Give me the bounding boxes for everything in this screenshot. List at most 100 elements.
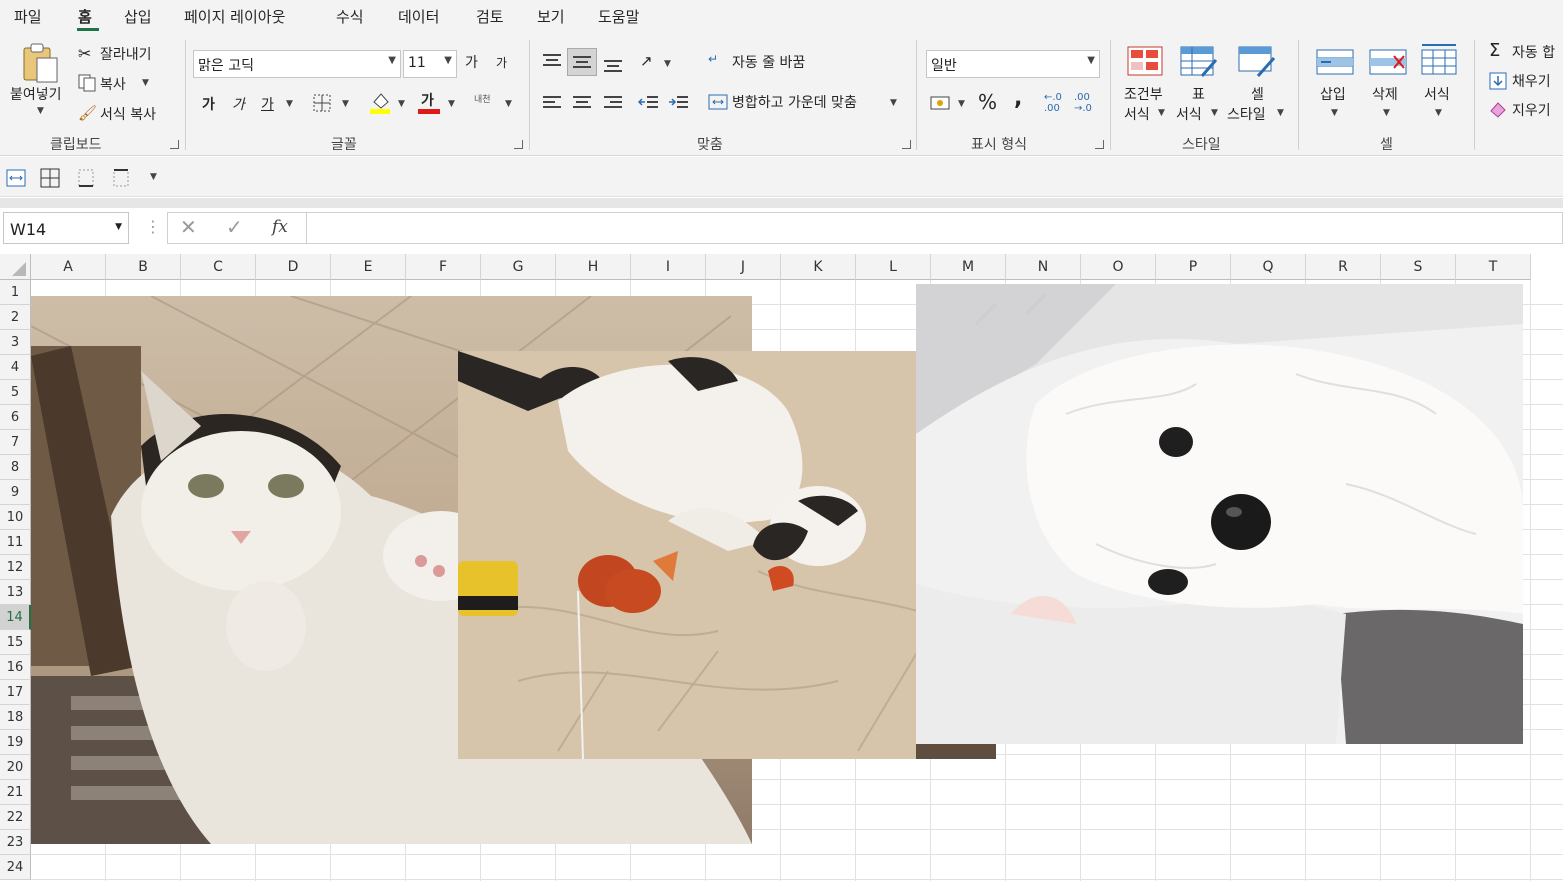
fill-color-dropdown-icon[interactable]: ▼ [398, 99, 405, 109]
enter-check-icon[interactable]: ✓ [226, 215, 243, 239]
row-header[interactable]: 20 [0, 755, 31, 780]
row-header[interactable]: 18 [0, 705, 31, 730]
font-name-select[interactable]: 맑은 고딕 ▼ [193, 50, 401, 78]
column-header[interactable]: R [1306, 254, 1381, 280]
format-cells-button[interactable]: 서식 [1424, 84, 1450, 104]
column-header[interactable]: I [631, 254, 706, 280]
format-painter-button[interactable]: 서식 복사 [100, 104, 156, 124]
italic-button[interactable]: 가 [232, 94, 245, 114]
alignment-launcher-icon[interactable] [902, 140, 911, 149]
merge-dropdown-icon[interactable]: ▼ [890, 98, 897, 108]
column-header[interactable]: F [406, 254, 481, 280]
font-launcher-icon[interactable] [514, 140, 523, 149]
column-header[interactable]: A [31, 254, 106, 280]
decrease-font-button[interactable]: 가 [496, 54, 507, 71]
conditional-format-dropdown-icon[interactable]: ▼ [1158, 108, 1165, 118]
name-box[interactable]: W14 ▼ [3, 212, 129, 244]
align-top-icon[interactable] [541, 52, 563, 74]
row-header[interactable]: 5 [0, 380, 31, 405]
menu-page-layout[interactable]: 페이지 레이아웃 [184, 6, 285, 27]
align-right-icon[interactable] [602, 94, 624, 116]
bottom-border-icon[interactable] [76, 168, 96, 192]
column-header[interactable]: O [1081, 254, 1156, 280]
align-left-icon[interactable] [541, 94, 563, 116]
row-header[interactable]: 19 [0, 730, 31, 755]
column-header[interactable]: N [1006, 254, 1081, 280]
column-header[interactable]: J [706, 254, 781, 280]
format-cells-dropdown-icon[interactable]: ▼ [1435, 108, 1442, 118]
delete-cells-dropdown-icon[interactable]: ▼ [1383, 108, 1390, 118]
phonetic-button[interactable]: 내천 [474, 92, 491, 105]
row-header[interactable]: 3 [0, 330, 31, 355]
row-header[interactable]: 6 [0, 405, 31, 430]
increase-font-button[interactable]: 가 [465, 52, 478, 72]
menu-data[interactable]: 데이터 [398, 6, 439, 27]
worksheet-grid[interactable]: ABCDEFGHIJKLMNOPQRST 1 2 3 4 5 6 7 8 9 10 11 12 13 14… [0, 254, 1563, 881]
cell-styles-dropdown-icon[interactable]: ▼ [1277, 108, 1284, 118]
column-header[interactable]: C [181, 254, 256, 280]
phonetic-dropdown-icon[interactable]: ▼ [505, 99, 512, 109]
row-header[interactable]: 14 [0, 605, 31, 630]
number-format-select[interactable]: 일반 ▼ [926, 50, 1100, 78]
menu-view[interactable]: 보기 [537, 6, 565, 27]
decrease-indent-icon[interactable] [637, 94, 660, 116]
row-header[interactable]: 23 [0, 830, 31, 855]
row-header[interactable]: 17 [0, 680, 31, 705]
paste-button[interactable]: 붙여넣기 [10, 84, 62, 104]
row-header[interactable]: 24 [0, 855, 31, 880]
align-center-icon[interactable] [571, 94, 593, 116]
column-header[interactable]: T [1456, 254, 1531, 280]
merge-center-button[interactable]: 병합하고 가운데 맞춤 [732, 92, 857, 112]
font-color-dropdown-icon[interactable]: ▼ [448, 99, 455, 109]
delete-cells-button[interactable]: 삭제 [1372, 84, 1398, 104]
underline-dropdown-icon[interactable]: ▼ [286, 99, 293, 109]
customize-qat-icon[interactable]: ▼ [150, 172, 157, 182]
row-header[interactable]: 15 [0, 630, 31, 655]
row-header[interactable]: 11 [0, 530, 31, 555]
font-color-button[interactable]: 가 [421, 90, 434, 110]
orientation-dropdown-icon[interactable]: ▼ [664, 59, 671, 69]
row-header[interactable]: 12 [0, 555, 31, 580]
cell-styles-button[interactable]: 셀 [1251, 84, 1264, 104]
row-header[interactable]: 2 [0, 305, 31, 330]
currency-format-icon[interactable] [930, 94, 952, 116]
column-header[interactable]: H [556, 254, 631, 280]
menu-home[interactable]: 홈 [78, 6, 92, 27]
column-header[interactable]: P [1156, 254, 1231, 280]
wrap-text-button[interactable]: 자동 줄 바꿈 [732, 52, 805, 72]
row-header[interactable]: 21 [0, 780, 31, 805]
borders-icon[interactable] [312, 93, 332, 117]
row-header[interactable]: 7 [0, 430, 31, 455]
clipboard-launcher-icon[interactable] [170, 140, 179, 149]
increase-indent-icon[interactable] [668, 94, 690, 116]
format-as-table-button[interactable]: 표 [1192, 84, 1205, 104]
format-as-table-dropdown-icon[interactable]: ▼ [1211, 108, 1218, 118]
number-launcher-icon[interactable] [1095, 140, 1104, 149]
copy-dropdown-icon[interactable]: ▼ [142, 78, 149, 88]
currency-dropdown-icon[interactable]: ▼ [958, 99, 965, 109]
cancel-icon[interactable]: ✕ [180, 215, 197, 239]
clear-button[interactable]: 지우기 [1512, 100, 1551, 120]
increase-decimal-icon[interactable]: ←.0.00 [1044, 92, 1062, 114]
fill-button[interactable]: 채우기 [1512, 71, 1551, 91]
formula-input[interactable] [306, 212, 1563, 244]
comma-button[interactable]: , [1014, 86, 1022, 111]
insert-cells-button[interactable]: 삽입 [1320, 84, 1346, 104]
row-header[interactable]: 1 [0, 280, 31, 305]
conditional-format-button[interactable]: 조건부 [1124, 84, 1163, 104]
column-header[interactable]: Q [1231, 254, 1306, 280]
menu-file[interactable]: 파일 [14, 6, 42, 27]
insert-function-icon[interactable]: fx [272, 217, 288, 237]
menu-formulas[interactable]: 수식 [336, 6, 364, 27]
column-header[interactable]: L [856, 254, 931, 280]
column-header[interactable]: E [331, 254, 406, 280]
column-header[interactable]: M [931, 254, 1006, 280]
paste-icon[interactable] [20, 42, 62, 88]
menu-review[interactable]: 검토 [476, 6, 504, 27]
underline-button[interactable]: 가 [261, 94, 274, 114]
menu-insert[interactable]: 삽입 [124, 6, 152, 27]
merge-cells-icon[interactable] [6, 168, 26, 192]
top-border-icon[interactable] [111, 168, 131, 192]
fill-color-icon[interactable] [370, 90, 392, 118]
bold-button[interactable]: 가 [202, 94, 215, 114]
